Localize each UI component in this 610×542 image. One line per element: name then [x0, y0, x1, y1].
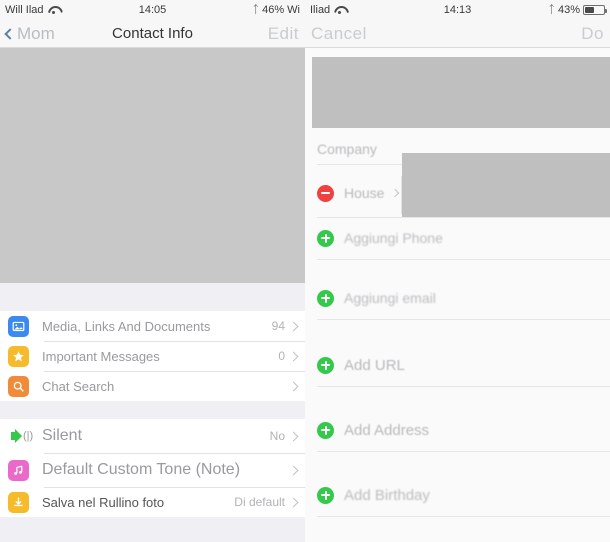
right-screenshot-panel: Iliad 14:13 ᛏ 43% Cancel Do Company Hous… — [305, 0, 610, 542]
field-divider — [317, 259, 610, 260]
music-note-icon — [8, 459, 29, 481]
chevron-right-icon — [288, 351, 299, 361]
cancel-button[interactable]: Cancel — [311, 24, 367, 44]
back-button-label: Mom — [17, 23, 55, 43]
list-item-label: Default Custom Tone (Note) — [42, 461, 241, 478]
add-birthday-label: Add Birthday — [344, 486, 430, 504]
left-nav-bar: Mom Contact Info Edit — [0, 20, 305, 48]
add-address-label: Add Address — [344, 421, 430, 439]
list-item-label: Salva nel Rullino foto — [42, 494, 165, 510]
back-button[interactable]: Mom — [4, 23, 55, 44]
bluetooth-icon: ᛏ — [548, 3, 555, 16]
add-email-row[interactable]: Aggiungi email — [305, 287, 610, 309]
chevron-left-icon — [4, 27, 16, 40]
add-phone-row[interactable]: Aggiungi Phone — [305, 227, 610, 249]
left-status-bar: Will Ilad 14:05 ᛏ 46% Wi — [0, 0, 305, 20]
left-status-battery-group: ᛏ 46% Wi — [252, 4, 300, 16]
right-status-carrier-group: Iliad — [310, 4, 345, 16]
field-divider — [317, 217, 610, 218]
add-address-row[interactable]: Add Address — [305, 419, 610, 441]
field-divider — [317, 516, 610, 517]
chat-options-group: Media, Links And Documents 94 Important … — [0, 311, 305, 401]
speaker-icon: (|) — [8, 426, 33, 447]
list-item-label: Silent — [42, 427, 83, 444]
edit-button[interactable]: Edit — [268, 24, 299, 44]
phone-label: House — [344, 185, 385, 201]
list-item-label: Important Messages — [42, 348, 160, 364]
redacted-contact-photo — [0, 48, 305, 283]
left-panel-body: Media, Links And Documents 94 Important … — [0, 48, 305, 542]
list-item-silent[interactable]: (|) Silent No — [0, 419, 305, 453]
battery-percent-label: 43% — [557, 4, 580, 16]
list-item-value: Di default — [234, 495, 285, 509]
list-item-count: 94 — [271, 319, 285, 333]
carrier-label: Iliad — [310, 4, 331, 16]
redacted-phone-number — [402, 153, 610, 218]
save-download-icon — [8, 491, 29, 513]
carrier-label: Will Ilad — [5, 4, 44, 16]
list-item-custom-tone[interactable]: Default Custom Tone (Note) — [0, 453, 305, 487]
list-item-media-links-documents[interactable]: Media, Links And Documents 94 — [0, 311, 305, 341]
chevron-right-icon — [288, 431, 299, 441]
group-spacer — [0, 283, 305, 311]
plus-icon[interactable] — [317, 356, 334, 374]
done-button[interactable]: Do — [581, 24, 604, 44]
wifi-icon — [48, 6, 59, 15]
field-divider — [317, 386, 610, 387]
left-status-carrier-group: Will Ilad — [5, 4, 59, 16]
bluetooth-icon: ᛏ — [252, 3, 260, 16]
group-separator — [0, 401, 305, 419]
star-icon — [8, 345, 29, 367]
list-item-count: 0 — [278, 349, 285, 363]
add-url-label: Add URL — [344, 356, 405, 374]
right-status-bar: Iliad 14:13 ᛏ 43% — [305, 0, 610, 20]
list-item-chat-search[interactable]: Chat Search — [0, 371, 305, 401]
wifi-icon — [334, 6, 345, 15]
list-item-important-messages[interactable]: Important Messages 0 — [0, 341, 305, 371]
right-nav-bar: Cancel Do — [305, 20, 610, 48]
plus-icon[interactable] — [317, 421, 334, 439]
screenshot-root: Will Ilad 14:05 ᛏ 46% Wi Mom Contact Inf… — [0, 0, 610, 542]
company-field-placeholder: Company — [317, 141, 377, 157]
field-divider — [317, 319, 610, 320]
chevron-right-icon — [288, 321, 299, 331]
chevron-right-icon — [288, 497, 299, 507]
chevron-right-icon — [288, 465, 299, 475]
media-photo-icon — [8, 315, 29, 337]
battery-percent-label: 46% Wi — [262, 4, 300, 16]
add-email-label: Aggiungi email — [344, 290, 436, 306]
right-status-battery-group: ᛏ 43% — [548, 3, 607, 16]
add-phone-label: Aggiungi Phone — [344, 230, 443, 246]
plus-icon[interactable] — [317, 289, 334, 307]
search-icon — [8, 375, 29, 397]
redacted-contact-photo — [312, 57, 610, 128]
plus-icon[interactable] — [317, 486, 334, 504]
chevron-right-icon — [288, 381, 299, 391]
add-url-row[interactable]: Add URL — [305, 354, 610, 376]
notification-options-group: (|) Silent No Default Custom Tone (Note)… — [0, 419, 305, 517]
field-divider — [317, 451, 610, 452]
plus-icon[interactable] — [317, 229, 334, 247]
battery-icon — [583, 5, 607, 15]
list-item-value: No — [269, 429, 285, 443]
left-screenshot-panel: Will Ilad 14:05 ᛏ 46% Wi Mom Contact Inf… — [0, 0, 305, 542]
minus-icon[interactable] — [317, 184, 334, 202]
add-birthday-row[interactable]: Add Birthday — [305, 484, 610, 506]
list-item-label: Chat Search — [42, 378, 115, 394]
right-panel-body: Company House Aggiungi Phone Aggiungi em… — [305, 48, 610, 542]
list-item-save-to-camera-roll[interactable]: Salva nel Rullino foto Di default — [0, 487, 305, 517]
list-item-label: Media, Links And Documents — [42, 318, 211, 334]
chevron-right-icon — [391, 188, 400, 198]
